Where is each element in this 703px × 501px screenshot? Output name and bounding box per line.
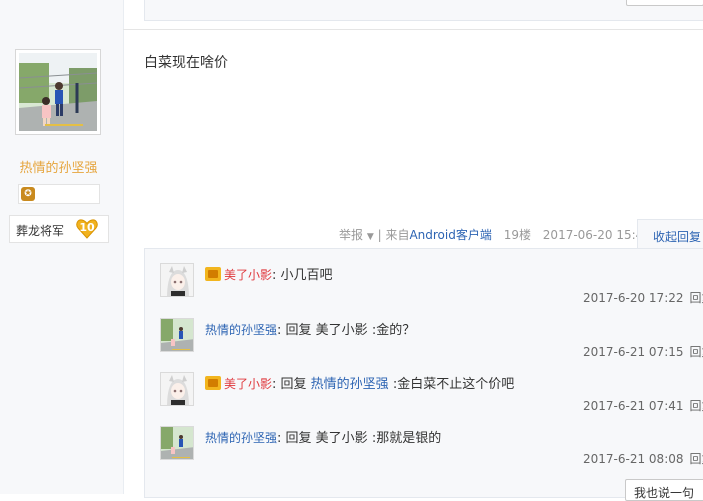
photo-avatar-image xyxy=(161,427,194,460)
rank-title: 葬龙将军 xyxy=(16,222,64,239)
reply-to-user[interactable]: 热情的孙坚强 xyxy=(311,377,389,392)
reply-prefix: 回复 xyxy=(286,431,316,446)
anime-avatar-image xyxy=(161,373,194,406)
reply-to-user[interactable]: 美了小影 xyxy=(316,323,368,338)
reply-button[interactable]: 回复 xyxy=(690,345,703,359)
reply-author[interactable]: 热情的孙坚强 xyxy=(205,323,277,337)
say-something-button[interactable]: 我也说一句 xyxy=(625,479,703,501)
reply-prefix: 回复 xyxy=(286,323,316,338)
reply-avatar[interactable] xyxy=(160,318,194,352)
forum-rank[interactable]: 葬龙将军 10 xyxy=(9,215,109,243)
reply-author[interactable]: 美了小影 xyxy=(224,377,272,391)
post-divider xyxy=(123,29,703,30)
previous-reply-panel xyxy=(144,0,703,21)
reply-time: 2017-6-21 08:08 xyxy=(583,452,684,466)
fold-replies-tab[interactable]: 收起回复 xyxy=(637,219,703,249)
anime-avatar-image xyxy=(161,264,194,297)
reply-content: :金白菜不止这个价吧 xyxy=(389,377,515,392)
reply-avatar[interactable] xyxy=(160,426,194,460)
report-link[interactable]: 举报 xyxy=(339,228,363,242)
author-avatar[interactable] xyxy=(15,49,101,135)
post-time: 2017-06-20 15:41 xyxy=(543,228,651,242)
reply-time: 2017-6-21 07:15 xyxy=(583,345,684,359)
reply-button[interactable]: 回复 xyxy=(690,399,703,413)
reply-meta: 2017-6-20 17:22 回复 xyxy=(583,289,703,306)
reply-meta: 2017-6-21 07:15 回复 xyxy=(583,343,703,360)
source-prefix: | 来自 xyxy=(378,228,410,242)
reply-text-line: 美了小影: 回复 热情的孙坚强 :金白菜不止这个价吧 xyxy=(205,373,514,392)
reply-content: :那就是银的 xyxy=(368,431,442,446)
fold-replies-label: 收起回复 xyxy=(653,228,701,245)
reply-author[interactable]: 美了小影 xyxy=(224,268,272,282)
reply-meta: 2017-6-21 07:41 回复 xyxy=(583,397,703,414)
reply-content: 小几百吧 xyxy=(281,268,333,283)
reply-time: 2017-6-21 07:41 xyxy=(583,399,684,413)
photo-avatar-image xyxy=(161,319,194,352)
previous-say-button[interactable] xyxy=(626,0,703,6)
level-heart-icon: 10 xyxy=(76,219,98,239)
level-number: 10 xyxy=(76,221,98,234)
reply-button[interactable]: 回复 xyxy=(690,291,703,305)
reply-text-line: 热情的孙坚强: 回复 美了小影 :那就是银的 xyxy=(205,427,441,446)
reply-time: 2017-6-20 17:22 xyxy=(583,291,684,305)
tieba-badge-icon[interactable]: ✪ xyxy=(21,187,35,201)
reply-text-line: 美了小影: 小几百吧 xyxy=(205,264,333,283)
caret-down-icon[interactable]: ▼ xyxy=(367,232,374,242)
reply-prefix: 回复 xyxy=(281,377,311,392)
reply-button[interactable]: 回复 xyxy=(690,452,703,466)
source-link[interactable]: Android客户端 xyxy=(409,228,491,242)
avatar-photo xyxy=(19,53,97,131)
author-name[interactable]: 热情的孙坚强 xyxy=(0,157,117,176)
reply-text-line: 热情的孙坚强: 回复 美了小影 :金的？ xyxy=(205,319,415,338)
floor-number: 19楼 xyxy=(504,228,531,242)
reply-content: :金的？ xyxy=(368,323,416,338)
post-meta: 举报 ▼ | 来自Android客户端 19楼 2017-06-20 15:41 xyxy=(339,226,651,243)
vip-crown-icon[interactable] xyxy=(205,267,221,281)
post-content: 白菜现在啥价 xyxy=(144,52,228,72)
reply-avatar[interactable] xyxy=(160,263,194,297)
member-badge-box: ✪ xyxy=(18,184,100,204)
reply-avatar[interactable] xyxy=(160,372,194,406)
reply-to-user[interactable]: 美了小影 xyxy=(316,431,368,446)
vip-crown-icon[interactable] xyxy=(205,376,221,390)
reply-author[interactable]: 热情的孙坚强 xyxy=(205,431,277,445)
reply-meta: 2017-6-21 08:08 回复 xyxy=(583,450,703,467)
